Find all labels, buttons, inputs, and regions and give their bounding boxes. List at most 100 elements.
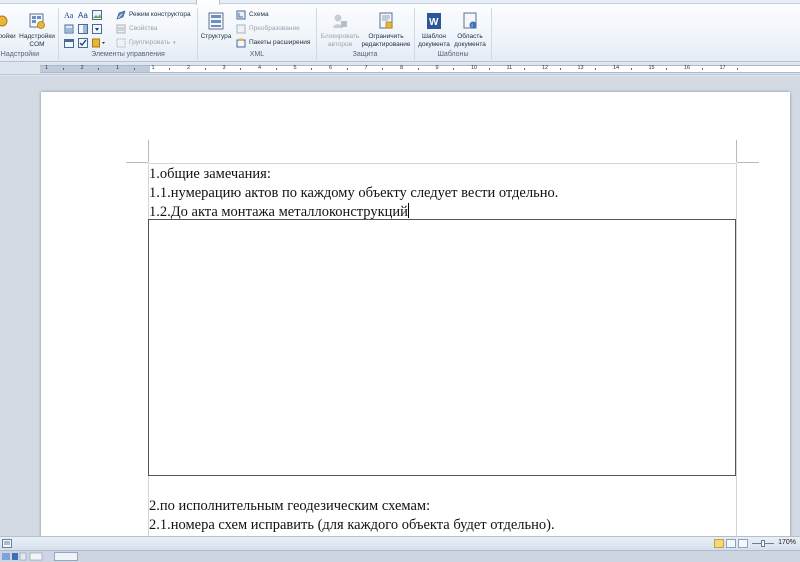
horizontal-ruler[interactable]: 1 2 1 1 2 3 4 5 6 7 8 9 10 11 12 13 14 15 16 17 bbox=[0, 63, 800, 75]
com-addins-icon bbox=[29, 13, 45, 29]
ruler-tick bbox=[204, 68, 206, 70]
ruler-tick bbox=[559, 68, 561, 70]
document-panel-icon: i bbox=[463, 12, 477, 29]
ruler-number: 12 bbox=[542, 65, 549, 71]
date-picker-control-icon[interactable] bbox=[64, 38, 74, 48]
addins-button[interactable]: ройки bbox=[0, 12, 18, 41]
ruler-tick bbox=[62, 68, 64, 70]
group-label-templates: Шаблоны bbox=[437, 51, 469, 58]
group-separator bbox=[197, 8, 198, 60]
checkbox-control-icon[interactable] bbox=[78, 38, 88, 48]
ruler-number: 11 bbox=[506, 65, 513, 71]
svg-text:Aa: Aa bbox=[78, 11, 88, 19]
group-button[interactable]: Группировать ▾ bbox=[116, 38, 176, 48]
ruler-tick bbox=[595, 68, 597, 70]
group-separator bbox=[491, 8, 492, 60]
combo-box-control-icon[interactable] bbox=[78, 24, 88, 34]
com-addins-button[interactable]: Надстройки COM bbox=[18, 12, 56, 49]
ruler-tick bbox=[488, 68, 490, 70]
paragraph-2[interactable]: 2.по исполнительным геодезическим схемам… bbox=[149, 497, 430, 515]
view-full-screen-button[interactable] bbox=[726, 539, 736, 548]
document-panel-label-1: Область bbox=[457, 33, 483, 40]
paragraph-1[interactable]: 1.общие замечания: bbox=[149, 165, 271, 183]
design-mode-button[interactable]: Режим конструктора bbox=[116, 10, 191, 20]
ruler-tick bbox=[275, 68, 277, 70]
text-boundary bbox=[736, 163, 737, 536]
status-bar: 170% bbox=[0, 536, 800, 550]
chevron-down-icon: ▾ bbox=[173, 39, 176, 46]
block-authors-button[interactable]: Блокировать авторов bbox=[317, 12, 363, 49]
taskbar-icons[interactable] bbox=[2, 552, 44, 561]
document-template-label-1: Шаблон bbox=[421, 33, 447, 40]
ruler-tick bbox=[630, 68, 632, 70]
structure-button[interactable]: Структура bbox=[199, 12, 233, 41]
ruler-number: 1 bbox=[116, 65, 120, 71]
document-page[interactable]: 1.общие замечания: 1.1.нумерацию актов п… bbox=[41, 92, 790, 536]
tab-developer[interactable] bbox=[196, 0, 220, 5]
ruler-tick bbox=[417, 68, 419, 70]
restrict-editing-label-2: редактирование bbox=[361, 41, 411, 48]
restrict-editing-label-1: Ограничить bbox=[368, 33, 404, 40]
zoom-slider-thumb[interactable] bbox=[761, 540, 765, 547]
crop-mark bbox=[736, 140, 737, 162]
document-template-button[interactable]: W Шаблон документа bbox=[416, 12, 452, 49]
building-block-control-icon[interactable] bbox=[64, 24, 74, 34]
properties-icon bbox=[116, 24, 126, 34]
crop-mark bbox=[126, 162, 148, 163]
ribbon: ройки Надстройки COM Надстройки Aa Aa Ре… bbox=[0, 0, 800, 62]
group-label-controls: Элементы управления bbox=[91, 51, 165, 58]
zoom-level[interactable]: 170% bbox=[778, 539, 796, 546]
view-print-layout-button[interactable] bbox=[714, 539, 724, 548]
ruler-number: 10 bbox=[471, 65, 478, 71]
legacy-tools-icon[interactable] bbox=[92, 38, 106, 48]
schema-icon bbox=[236, 10, 246, 20]
structure-label: Структура bbox=[200, 33, 232, 40]
block-authors-label-2: авторов bbox=[327, 41, 353, 48]
ruler-number: 5 bbox=[293, 65, 297, 71]
paragraph-2-1[interactable]: 2.1.номера схем исправить (для каждого о… bbox=[149, 516, 555, 534]
ruler-number: 3 bbox=[222, 65, 226, 71]
page-info-icon[interactable] bbox=[2, 539, 12, 548]
rich-text-control-icon[interactable]: Aa bbox=[64, 10, 75, 19]
design-mode-label: Режим конструктора bbox=[129, 10, 191, 18]
document-panel-button[interactable]: i Область документа bbox=[451, 12, 489, 49]
group-label-protect: Защита bbox=[352, 51, 378, 58]
structure-icon bbox=[208, 12, 224, 30]
transform-button[interactable]: Преобразование bbox=[236, 24, 300, 34]
ribbon-tab-strip bbox=[0, 0, 800, 4]
group-label-xml: XML bbox=[249, 51, 265, 58]
ruler-number: 14 bbox=[613, 65, 620, 71]
com-addins-label-1: Надстройки bbox=[19, 33, 55, 40]
ruler-tick bbox=[701, 68, 703, 70]
drop-down-control-icon[interactable] bbox=[92, 24, 102, 34]
group-icon bbox=[116, 38, 126, 48]
paragraph-1-1[interactable]: 1.1.нумерацию актов по каждому объекту с… bbox=[149, 184, 558, 202]
group-separator bbox=[58, 8, 59, 60]
group-separator bbox=[414, 8, 415, 60]
schema-button[interactable]: Схема bbox=[236, 10, 269, 20]
ruler-tick bbox=[737, 68, 739, 70]
plain-text-control-icon[interactable]: Aa bbox=[78, 10, 89, 19]
crop-mark bbox=[737, 162, 759, 163]
svg-text:W: W bbox=[429, 17, 439, 28]
scrollbar-thumb[interactable] bbox=[54, 552, 78, 561]
expansion-packs-button[interactable]: Пакеты расширения bbox=[236, 38, 310, 48]
view-web-layout-button[interactable] bbox=[738, 539, 748, 548]
text-cursor bbox=[407, 203, 409, 218]
properties-button[interactable]: Свойства bbox=[116, 24, 158, 34]
com-addins-label-2: COM bbox=[29, 41, 45, 48]
restrict-editing-button[interactable]: Ограничить редактирование bbox=[361, 12, 411, 49]
document-area[interactable]: 1.общие замечания: 1.1.нумерацию актов п… bbox=[0, 76, 800, 536]
paragraph-1-2-text: 1.2.До акта монтажа металлоконструкций bbox=[149, 204, 408, 220]
empty-frame[interactable] bbox=[148, 219, 736, 476]
ruler-number: 1 bbox=[151, 65, 155, 71]
picture-control-icon[interactable] bbox=[92, 10, 102, 20]
horizontal-scrollbar[interactable] bbox=[0, 550, 800, 562]
properties-label: Свойства bbox=[129, 24, 158, 32]
ruler-number: 8 bbox=[400, 65, 404, 71]
ruler-number: 1 bbox=[45, 65, 49, 71]
ruler-tick bbox=[98, 68, 100, 70]
text-boundary bbox=[148, 163, 737, 164]
ruler-number: 2 bbox=[187, 65, 191, 71]
schema-label: Схема bbox=[249, 10, 269, 18]
